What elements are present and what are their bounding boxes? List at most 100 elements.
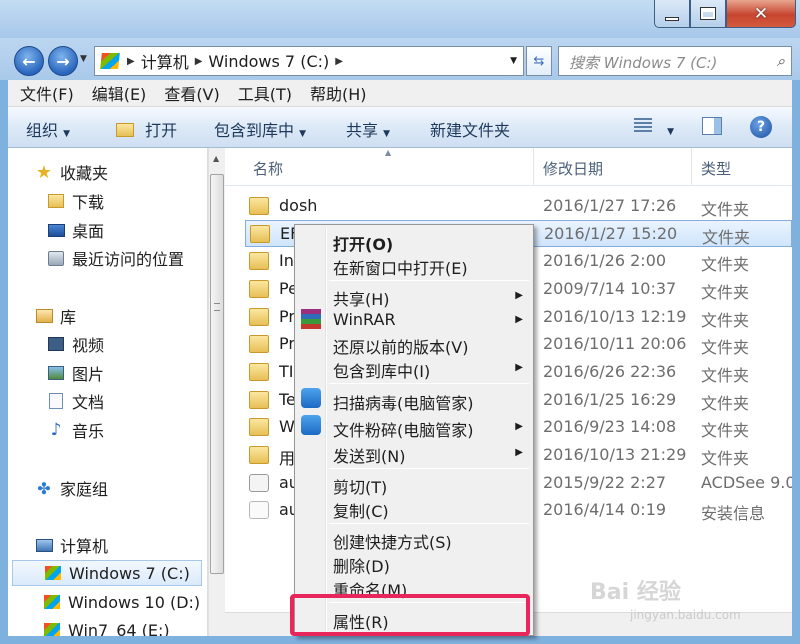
nav-videos[interactable]: 视频 xyxy=(46,331,207,357)
menu-item-winrar[interactable]: WinRAR xyxy=(333,310,396,329)
menu-item-shred[interactable]: 文件粉碎(电脑管家) xyxy=(333,417,474,441)
include-in-library-button[interactable]: 包含到库中 ▼ xyxy=(214,117,306,141)
new-folder-button[interactable]: 新建文件夹 xyxy=(430,117,510,141)
new-folder-label: 新建文件夹 xyxy=(430,121,511,140)
menu-help[interactable]: 帮助(H) xyxy=(298,81,373,105)
maximize-button[interactable] xyxy=(690,0,726,28)
properties-highlight-box xyxy=(290,594,530,636)
menu-bar: 文件(F) 编辑(E) 查看(V) 工具(T) 帮助(H) xyxy=(8,80,792,107)
menu-item-include-library[interactable]: 包含到库中(I) xyxy=(333,358,430,382)
address-bar[interactable]: ▶ 计算机 ▶ Windows 7 (C:) ▶ ▼ xyxy=(94,46,524,76)
scroll-up-icon[interactable]: ▲ xyxy=(213,154,219,163)
menu-edit[interactable]: 编辑(E) xyxy=(80,81,153,105)
file-type: 文件夹 xyxy=(701,255,750,274)
library-icon xyxy=(34,307,54,325)
column-divider[interactable] xyxy=(533,148,534,186)
menu-item-create-shortcut[interactable]: 创建快捷方式(S) xyxy=(333,529,452,553)
file-name: dosh xyxy=(279,196,318,215)
nav-drive-d[interactable]: Windows 10 (D:) xyxy=(42,589,207,615)
nav-drive-e[interactable]: Win7_64 (E:) xyxy=(42,617,207,636)
acdsee-file-icon xyxy=(249,474,269,492)
file-type: 文件夹 xyxy=(701,421,750,440)
menu-item-send-to[interactable]: 发送到(N) xyxy=(333,443,405,467)
search-placeholder: 搜索 Windows 7 (C:) xyxy=(569,54,718,72)
menu-item-delete[interactable]: 删除(D) xyxy=(333,553,390,577)
file-date: 2016/4/14 0:19 xyxy=(543,500,667,519)
nav-recent-places[interactable]: 最近访问的位置 xyxy=(46,245,207,271)
address-dropdown-icon[interactable]: ▼ xyxy=(510,56,517,66)
view-options-button[interactable]: ▼ xyxy=(634,118,674,138)
menu-view[interactable]: 查看(V) xyxy=(152,81,225,105)
menu-tools[interactable]: 工具(T) xyxy=(226,81,298,105)
baidu-watermark: Bai 经验 xyxy=(590,580,681,605)
context-menu: 打开(O) 在新窗口中打开(E) 共享(H) ▶ WinRAR ▶ 还原以前的版… xyxy=(294,224,534,636)
search-icon[interactable]: ⌕ xyxy=(777,52,785,70)
breadcrumb-separator-icon[interactable]: ▶ xyxy=(335,56,343,67)
breadcrumb-separator-icon[interactable]: ▶ xyxy=(127,56,135,67)
help-icon: ? xyxy=(750,116,772,138)
column-header-type[interactable]: 类型 xyxy=(701,158,731,179)
file-row[interactable]: dosh 2016/1/27 17:26 文件夹 xyxy=(245,193,792,220)
nav-favorites[interactable]: ★ 收藏夹 xyxy=(34,159,207,185)
nav-drive-c[interactable]: Windows 7 (C:) xyxy=(12,560,202,586)
open-button[interactable]: 打开 xyxy=(116,117,177,141)
nav-drive-d-label: Windows 10 (D:) xyxy=(68,592,201,612)
nav-pictures[interactable]: 图片 xyxy=(46,360,207,386)
file-date: 2016/6/26 22:36 xyxy=(543,362,677,381)
organize-button[interactable]: 组织 ▼ xyxy=(26,117,70,141)
menu-item-open-new-window[interactable]: 在新窗口中打开(E) xyxy=(333,255,468,279)
breadcrumb-computer[interactable]: 计算机 xyxy=(135,49,195,73)
preview-pane-button[interactable] xyxy=(702,117,722,139)
nav-computer-label: 计算机 xyxy=(60,537,109,556)
nav-documents[interactable]: 文档 xyxy=(46,388,207,414)
share-button[interactable]: 共享 ▼ xyxy=(346,117,390,141)
close-button[interactable]: ✕ xyxy=(726,0,796,28)
menu-item-restore-versions[interactable]: 还原以前的版本(V) xyxy=(333,334,468,358)
nav-recent-places-label: 最近访问的位置 xyxy=(72,250,185,269)
submenu-arrow-icon: ▶ xyxy=(515,447,523,458)
nav-desktop[interactable]: 桌面 xyxy=(46,217,207,243)
nav-drive-c-label: Windows 7 (C:) xyxy=(69,563,190,583)
folder-icon xyxy=(249,391,269,409)
refresh-button[interactable]: ⇆ xyxy=(526,46,552,76)
computer-icon xyxy=(100,53,120,69)
close-icon: ✕ xyxy=(753,3,769,24)
submenu-arrow-icon: ▶ xyxy=(515,290,523,301)
menu-file[interactable]: 文件(F) xyxy=(8,81,80,105)
nav-computer[interactable]: 计算机 xyxy=(34,532,207,558)
nav-homegroup[interactable]: ✤ 家庭组 xyxy=(34,475,207,501)
menu-item-scan-virus[interactable]: 扫描病毒(电脑管家) xyxy=(333,390,474,414)
column-divider[interactable] xyxy=(691,148,692,186)
column-header-date[interactable]: 修改日期 xyxy=(543,158,603,179)
folder-icon xyxy=(249,308,269,326)
title-bar: ✕ xyxy=(0,0,800,38)
nav-scroll-thumb[interactable] xyxy=(210,174,224,574)
file-date: 2009/7/14 10:37 xyxy=(543,279,677,298)
nav-scrollbar[interactable]: ▲ xyxy=(208,148,225,636)
minimize-button[interactable] xyxy=(654,0,690,28)
nav-downloads[interactable]: 下载 xyxy=(46,188,207,214)
help-button[interactable]: ? xyxy=(750,116,772,138)
baidu-watermark-url: jingyan.baidu.com xyxy=(630,608,741,622)
menu-item-open[interactable]: 打开(O) xyxy=(333,231,393,255)
back-button[interactable]: ← xyxy=(14,46,44,76)
column-header-name[interactable]: 名称 xyxy=(253,158,283,179)
file-name: In xyxy=(279,251,294,270)
nav-music[interactable]: ♪ 音乐 xyxy=(46,417,207,443)
file-date: 2016/10/13 21:29 xyxy=(543,445,687,464)
recent-pages-chevron-icon[interactable]: ▼ xyxy=(80,54,87,64)
submenu-arrow-icon: ▶ xyxy=(515,421,523,432)
menu-item-share[interactable]: 共享(H) xyxy=(333,286,390,310)
menu-item-copy[interactable]: 复制(C) xyxy=(333,498,389,522)
search-input[interactable]: 搜索 Windows 7 (C:) ⌕ xyxy=(558,46,792,76)
menu-item-cut[interactable]: 剪切(T) xyxy=(333,474,387,498)
breadcrumb-drive-c[interactable]: Windows 7 (C:) xyxy=(202,52,335,71)
file-date: 2016/1/27 17:26 xyxy=(543,196,677,215)
breadcrumb-separator-icon[interactable]: ▶ xyxy=(195,56,203,67)
nav-videos-label: 视频 xyxy=(72,336,105,355)
folder-icon xyxy=(250,225,270,243)
forward-button[interactable]: → xyxy=(48,46,78,76)
nav-libraries[interactable]: 库 xyxy=(34,303,207,329)
file-date: 2016/10/13 12:19 xyxy=(543,307,687,326)
music-library-icon: ♪ xyxy=(50,420,62,440)
